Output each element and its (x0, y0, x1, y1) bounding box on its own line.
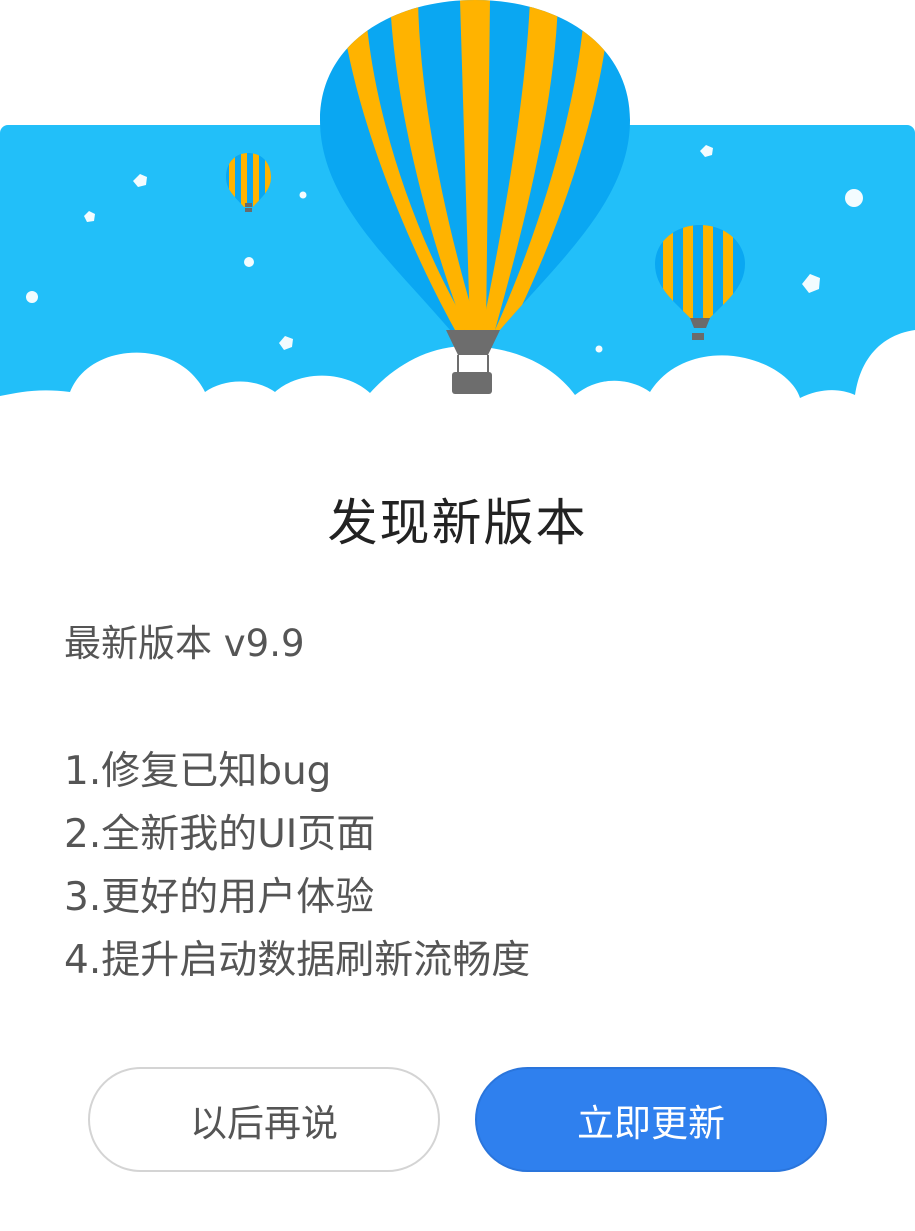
version-label: 最新版本 v9.9 (64, 622, 305, 665)
update-now-button[interactable]: 立即更新 (475, 1067, 827, 1172)
header-illustration (0, 0, 915, 420)
release-note-item: 1.修复已知bug (64, 749, 332, 794)
release-note-item: 2.全新我的UI页面 (64, 812, 376, 857)
release-note-item: 4.提升启动数据刷新流畅度 (64, 938, 531, 983)
release-note-item: 3.更好的用户体验 (64, 875, 375, 920)
dialog-title: 发现新版本 (327, 494, 588, 552)
later-button[interactable]: 以后再说 (88, 1067, 440, 1172)
update-dialog: 发现新版本 最新版本 v9.9 1.修复已知bug 2.全新我的UI页面 3.更… (0, 0, 915, 1231)
release-notes-list: 1.修复已知bug 2.全新我的UI页面 3.更好的用户体验 4.提升启动数据刷… (64, 740, 530, 992)
